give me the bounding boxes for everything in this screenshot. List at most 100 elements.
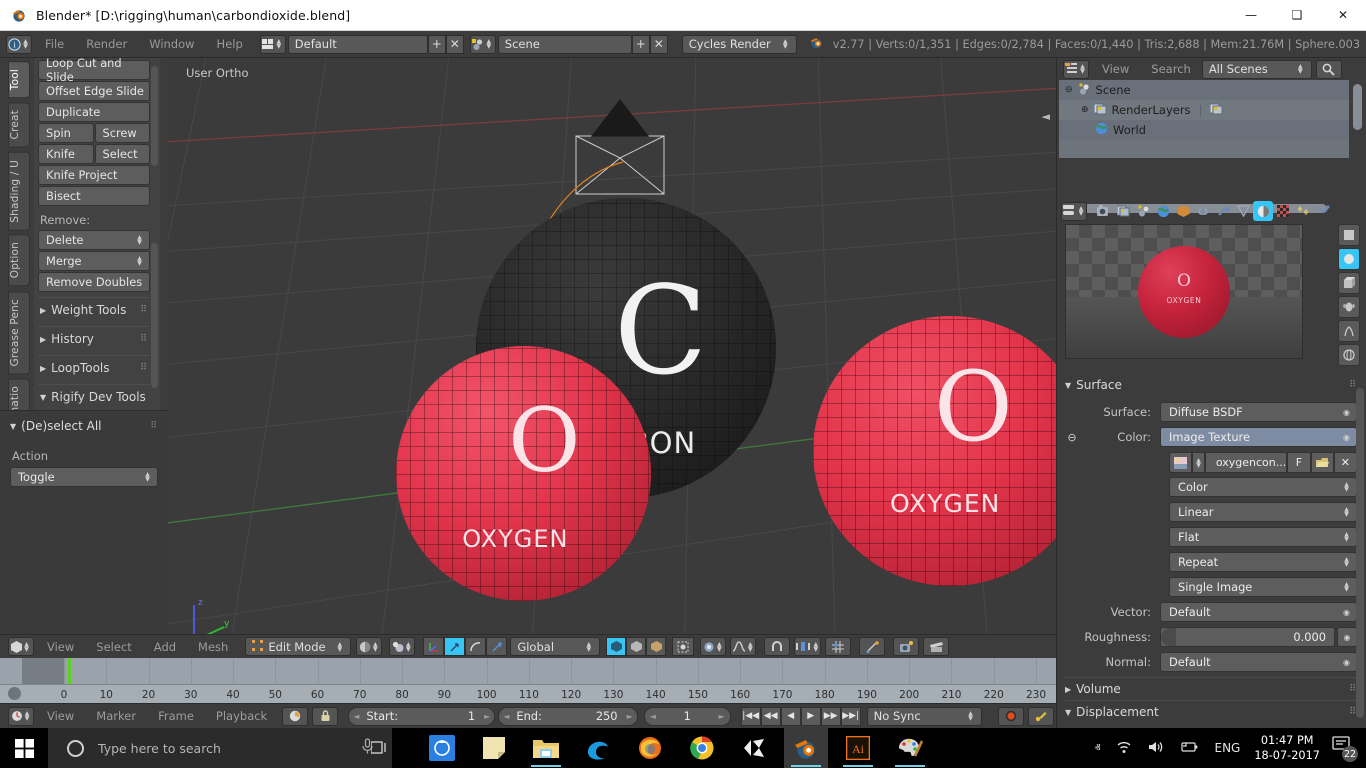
texture-tab[interactable] (1273, 201, 1293, 221)
outliner-row-partial[interactable] (1059, 140, 1349, 158)
hair-preview-button[interactable] (1338, 320, 1360, 342)
pivot-spinner[interactable]: ▲ ▼ (404, 641, 413, 652)
collapse-color-icon[interactable]: ⊖ (1065, 431, 1079, 444)
jump-to-start-button[interactable]: |◀◀ (740, 706, 761, 726)
mode-spinner[interactable]: ▲ ▼ (335, 641, 344, 652)
open-file-icon[interactable] (1310, 452, 1334, 473)
wifi-icon[interactable] (1116, 740, 1132, 757)
rotate-manipulator-icon[interactable] (465, 637, 487, 656)
snap-element-icon[interactable] (825, 637, 852, 656)
chevron-left-icon[interactable]: ◄ (353, 712, 359, 721)
timeline-menu-view[interactable]: View (36, 709, 85, 723)
tab-tool[interactable]: Tool (8, 61, 30, 99)
spin-button[interactable]: Spin (38, 123, 94, 143)
edge-select-mode-button[interactable] (626, 637, 647, 656)
offset-edge-slide-button[interactable]: Offset Edge Slide (38, 81, 150, 101)
panel-surface[interactable]: ▼ Surface ⠿ (1065, 374, 1357, 396)
tray-chevron-icon[interactable]: ⱏ (1095, 741, 1101, 756)
outliner-tree[interactable]: ⊖ Scene ⊕ RenderLayers | World (1059, 80, 1349, 158)
record-icon[interactable] (998, 706, 1024, 726)
jump-prev-keyframe-button[interactable]: ◀◀ (760, 706, 781, 726)
panel-displacement[interactable]: ▼ Displacement ⠿ (1065, 700, 1357, 723)
sphere-preview-button[interactable] (1338, 248, 1360, 270)
timeline-editor[interactable]: 0 10 20 30 40 50 60 70 80 90 100 110 120 130 140 150 160… (0, 658, 1056, 728)
chevron-right-icon[interactable]: ► (627, 712, 633, 721)
panel-volume[interactable]: ▶ Volume ⠿ (1065, 677, 1357, 700)
falloff-curve-icon[interactable]: ▲ ▼ (730, 637, 757, 656)
scene-browse-spinner[interactable]: ▲ ▼ (484, 39, 493, 50)
cube-preview-button[interactable] (1338, 272, 1360, 294)
menu-render[interactable]: Render (75, 34, 138, 54)
3d-viewport[interactable]: C CARBON O OXYGEN O OXYGEN User Ortho (1… (168, 58, 1056, 661)
orientation-spinner[interactable]: ▲ ▼ (584, 641, 593, 652)
vertex-select-mode-button[interactable] (606, 637, 627, 656)
object-tab[interactable] (1173, 201, 1193, 221)
modifiers-tab[interactable] (1213, 201, 1233, 221)
jump-to-end-button[interactable]: ▶▶| (840, 706, 861, 726)
renderlayers-icon-dup[interactable] (1209, 103, 1223, 118)
chevron-left-icon[interactable]: ◄ (503, 712, 509, 721)
source-spinner[interactable]: ▲ ▼ (1342, 582, 1351, 593)
sticky-notes-icon[interactable] (472, 728, 516, 768)
close-button[interactable]: ✕ (1320, 0, 1366, 31)
knife-project-button[interactable]: Knife Project (38, 165, 150, 185)
renderlayers-tab[interactable] (1113, 201, 1133, 221)
normal-field[interactable]: Default ◉ (1160, 652, 1357, 672)
render-engine-spinner[interactable]: ▲ ▼ (781, 39, 790, 50)
material-tab[interactable] (1253, 201, 1273, 221)
screw-button[interactable]: Screw (94, 123, 150, 143)
duplicate-button[interactable]: Duplicate (38, 102, 150, 122)
info-editor-spinner[interactable]: ▲ ▼ (21, 39, 30, 50)
unity-icon[interactable] (732, 728, 776, 768)
outliner-scope-select[interactable]: All Scenes ▲ ▼ (1201, 59, 1312, 79)
snap-target-icon[interactable]: ▲ ▼ (794, 637, 822, 656)
paint-icon[interactable] (888, 728, 932, 768)
viewport-menu-add[interactable]: Add (143, 640, 187, 654)
flat-preview-button[interactable] (1338, 224, 1360, 246)
timeline-scroll-handle[interactable] (8, 687, 21, 700)
play-reverse-button[interactable]: ◀ (780, 706, 801, 726)
select-button[interactable]: Select (94, 144, 150, 164)
screen-layout-spinner[interactable]: ▲ ▼ (274, 39, 283, 50)
projection-spinner[interactable]: ▲ ▼ (1342, 532, 1351, 543)
mode-select[interactable]: Edit Mode ▲ ▼ (245, 637, 352, 656)
3dview-editor-spinner[interactable]: ▲ ▼ (22, 641, 31, 652)
color-space-select[interactable]: Color ▲ ▼ (1169, 477, 1357, 497)
data-tab[interactable] (1233, 201, 1253, 221)
extension-select[interactable]: Repeat ▲ ▼ (1169, 552, 1357, 572)
unlink-icon[interactable]: ✕ (1333, 452, 1357, 473)
jump-next-keyframe-button[interactable]: ▶▶ (820, 706, 841, 726)
knife-button[interactable]: Knife (38, 144, 94, 164)
chevron-right-icon[interactable]: ► (719, 712, 725, 721)
snap-target-spinner[interactable]: ▲ ▼ (811, 641, 820, 652)
edge-browser-icon[interactable] (576, 728, 620, 768)
proportional-edit-icon[interactable]: ▲ ▼ (700, 637, 727, 656)
source-select[interactable]: Single Image ▲ ▼ (1169, 577, 1357, 597)
timeline-menu-frame[interactable]: Frame (147, 709, 205, 723)
sync-mode-select[interactable]: No Sync ▲ ▼ (866, 706, 982, 726)
render-engine-select[interactable]: Cycles Render ▲ ▼ (681, 34, 797, 54)
fake-user-button[interactable]: F (1287, 452, 1311, 473)
tab-create[interactable]: Creat (8, 102, 30, 148)
3dview-editor-icon[interactable]: ▲ ▼ (8, 637, 34, 656)
outliner-row-world[interactable]: World (1059, 120, 1349, 140)
add-scene-button[interactable]: + (631, 34, 650, 54)
texture-name-field[interactable]: oxygencon... (1204, 452, 1288, 473)
render-tab[interactable] (1093, 201, 1113, 221)
transform-orientation-select[interactable]: Global ▲ ▼ (510, 637, 601, 656)
vector-field[interactable]: Default ◉ (1160, 602, 1357, 622)
toolshelf-scrollbar[interactable] (151, 243, 158, 388)
outliner-scope-spinner[interactable]: ▲ ▼ (1296, 64, 1305, 75)
particles-tab[interactable] (1293, 201, 1313, 221)
panel-weight-tools[interactable]: ▶ Weight Tools ⠿ (38, 297, 150, 321)
shading-spinner[interactable]: ▲ ▼ (371, 641, 380, 652)
roughness-socket-icon[interactable]: ◉ (1337, 627, 1357, 647)
add-screen-button[interactable]: + (427, 34, 446, 54)
menu-help[interactable]: Help (206, 34, 254, 54)
color-node-select[interactable]: Image Texture ◉ (1160, 427, 1357, 447)
panel-looptools[interactable]: ▶ LoopTools ⠿ (38, 355, 150, 379)
image-browse-icon[interactable] (1169, 452, 1193, 473)
timeline-ruler[interactable]: 0 10 20 30 40 50 60 70 80 90 100 110 120 130 140 150 160… (0, 684, 1056, 703)
timeline-editor-spinner[interactable]: ▲ ▼ (23, 711, 32, 722)
render-opengl-animation-icon[interactable] (923, 637, 950, 656)
